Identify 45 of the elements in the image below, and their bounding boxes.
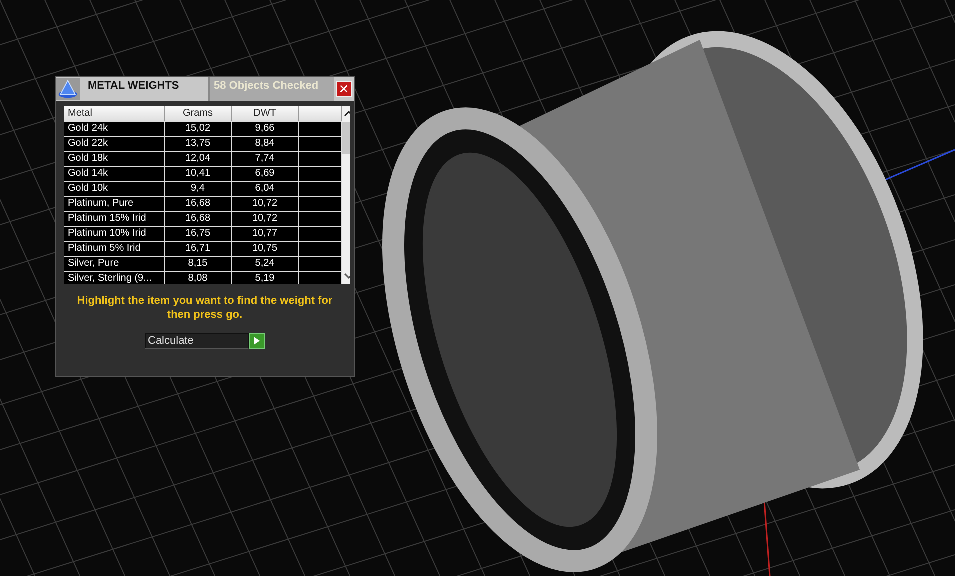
table-cell: 6,04 — [232, 182, 299, 196]
table-cell: 5,24 — [232, 257, 299, 271]
table-cell: 15,02 — [165, 122, 232, 136]
table-cell: 12,04 — [165, 152, 232, 166]
table-cell: Gold 18k — [64, 152, 165, 166]
go-button[interactable] — [249, 333, 265, 349]
table-cell: 10,75 — [232, 242, 299, 256]
table-cell: Gold 10k — [64, 182, 165, 196]
close-icon[interactable] — [340, 85, 348, 93]
table-cell: 8,15 — [165, 257, 232, 271]
table-cell: 8,08 — [165, 272, 232, 284]
table-cell: 9,4 — [165, 182, 232, 196]
action-field[interactable]: Calculate — [145, 333, 249, 349]
table-cell: Platinum 10% Irid — [64, 227, 165, 241]
table-cell: 16,68 — [165, 212, 232, 226]
column-header[interactable]: Grams — [165, 106, 232, 121]
table-cell: 7,74 — [232, 152, 299, 166]
column-header[interactable]: Metal — [64, 106, 165, 121]
table-cell: 10,41 — [165, 167, 232, 181]
table-cell: Platinum 15% Irid — [64, 212, 165, 226]
table-cell: Platinum 5% Irid — [64, 242, 165, 256]
instruction-text: Highlight the item you want to find the weight for then press go. — [76, 294, 334, 322]
table-cell: 13,75 — [165, 137, 232, 151]
table-cell: Silver, Pure — [64, 257, 165, 271]
table-cell: 10,72 — [232, 212, 299, 226]
cone-logo-icon — [56, 78, 80, 100]
table-cell: Platinum, Pure — [64, 197, 165, 211]
table-cell: 6,69 — [232, 167, 299, 181]
play-icon[interactable] — [254, 337, 260, 345]
table-cell: Gold 14k — [64, 167, 165, 181]
table-cell: 9,66 — [232, 122, 299, 136]
objects-checked-status: 58 Objects Checked — [210, 77, 334, 101]
blank-column-header — [299, 106, 342, 121]
table-cell: 10,77 — [232, 227, 299, 241]
table-cell: 16,68 — [165, 197, 232, 211]
table-cell: Silver, Sterling (9... — [64, 272, 165, 284]
table-cell: 16,75 — [165, 227, 232, 241]
close-button[interactable] — [336, 81, 352, 97]
column-header[interactable]: DWT — [232, 106, 299, 121]
table-cell: 5,19 — [232, 272, 299, 284]
table-cell: 10,72 — [232, 197, 299, 211]
table-cell: Gold 24k — [64, 122, 165, 136]
table-cell: 16,71 — [165, 242, 232, 256]
table-cell: Gold 22k — [64, 137, 165, 151]
table-cell: 8,84 — [232, 137, 299, 151]
